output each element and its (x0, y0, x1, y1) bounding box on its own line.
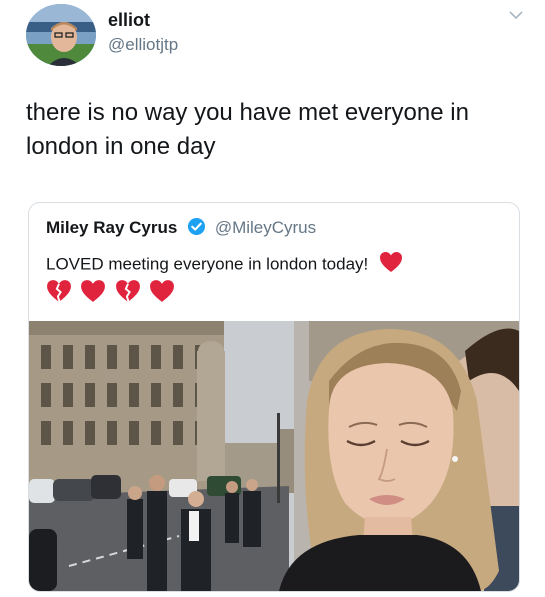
author-handle[interactable]: @elliotjtp (108, 34, 178, 56)
tweet-text: there is no way you have met everyone in… (26, 99, 469, 160)
avatar[interactable] (26, 4, 96, 66)
quoted-tweet[interactable]: Miley Ray Cyrus @MileyCyrus LOVED meetin… (28, 202, 520, 592)
quoted-text: LOVED meeting everyone in london today! (46, 254, 369, 274)
quoted-tweet-header: Miley Ray Cyrus @MileyCyrus (46, 217, 316, 242)
red-heart-icon (379, 251, 403, 279)
red-heart-icon (149, 279, 175, 308)
chevron-down-icon[interactable] (507, 6, 525, 24)
tweet-author: elliot @elliotjtp (108, 10, 178, 56)
emoji-row (46, 279, 179, 308)
red-heart-icon (80, 279, 106, 308)
broken-heart-icon (115, 279, 141, 308)
quoted-tweet-text: LOVED meeting everyone in london today! (46, 251, 407, 279)
broken-heart-icon (46, 279, 72, 308)
quoted-handle[interactable]: @MileyCyrus (215, 218, 316, 237)
author-display-name[interactable]: elliot (108, 10, 178, 30)
quoted-tweet-photo[interactable] (29, 321, 519, 591)
verified-badge-icon (187, 217, 206, 242)
tweet-header: elliot @elliotjtp (26, 4, 525, 68)
quoted-display-name[interactable]: Miley Ray Cyrus (46, 218, 177, 237)
